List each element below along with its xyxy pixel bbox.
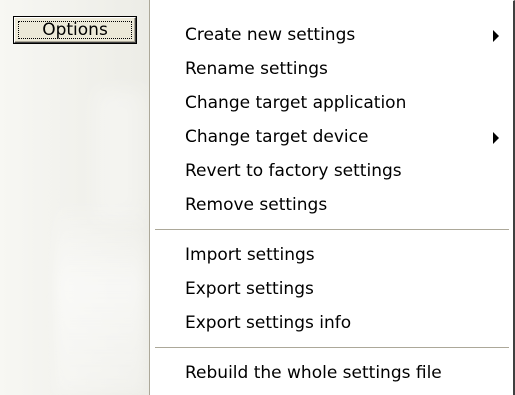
menu-item-label: Remove settings [185, 195, 328, 215]
options-menu: Create new settings Rename settings Chan… [150, 0, 515, 395]
menu-separator [151, 340, 513, 356]
menu-item-export-settings-info[interactable]: Export settings info [151, 306, 513, 340]
menu-item-label: Revert to factory settings [185, 161, 402, 181]
options-button-label: Options [42, 20, 108, 40]
submenu-arrow-icon [493, 132, 499, 144]
menu-separator [151, 222, 513, 238]
menu-item-label: Rebuild the whole settings file [185, 363, 442, 383]
background-panel [0, 0, 150, 395]
menu-item-rebuild-settings-file[interactable]: Rebuild the whole settings file [151, 356, 513, 390]
menu-item-change-target-application[interactable]: Change target application [151, 86, 513, 120]
menu-item-remove-settings[interactable]: Remove settings [151, 188, 513, 222]
background-shade [55, 195, 145, 395]
menu-item-label: Export settings info [185, 313, 352, 333]
submenu-arrow-icon [493, 30, 499, 42]
menu-item-label: Import settings [185, 245, 315, 265]
menu-item-label: Export settings [185, 279, 314, 299]
menu-item-label: Create new settings [185, 25, 356, 45]
menu-item-label: Change target application [185, 93, 407, 113]
menu-item-label: Rename settings [185, 59, 328, 79]
options-button[interactable]: Options [14, 17, 136, 43]
menu-item-create-new-settings[interactable]: Create new settings [151, 18, 513, 52]
menu-item-label: Change target device [185, 127, 369, 147]
menu-item-import-settings[interactable]: Import settings [151, 238, 513, 272]
menu-item-rename-settings[interactable]: Rename settings [151, 52, 513, 86]
menu-item-revert-to-factory-settings[interactable]: Revert to factory settings [151, 154, 513, 188]
menu-item-export-settings[interactable]: Export settings [151, 272, 513, 306]
menu-item-change-target-device[interactable]: Change target device [151, 120, 513, 154]
